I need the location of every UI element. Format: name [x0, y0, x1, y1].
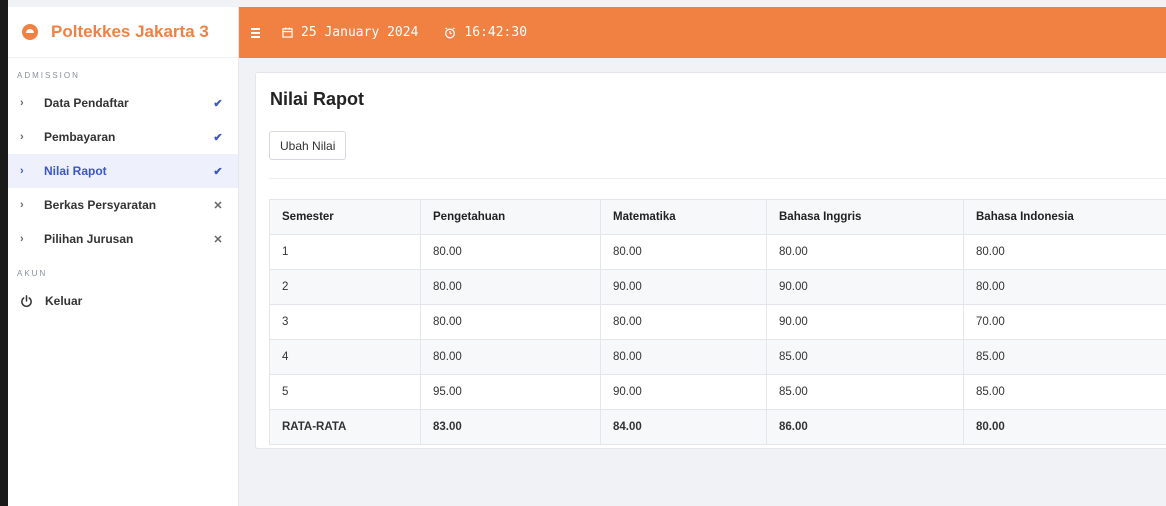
logout-label: Keluar: [45, 294, 83, 308]
sidebar-item-nilai-rapot[interactable]: › Nilai Rapot ✔: [8, 154, 238, 188]
table-cell: 80.00: [600, 234, 767, 270]
table-row: 2 80.00 90.00 90.00 80.00: [269, 269, 1166, 305]
table-cell: 85.00: [766, 339, 964, 375]
page-title: Nilai Rapot: [270, 89, 365, 109]
table-cell: 80.00: [766, 234, 964, 270]
sidebar-item-berkas-persyaratan[interactable]: › Berkas Persyaratan ✕: [8, 188, 238, 222]
sidebar-item-data-pendaftar[interactable]: › Data Pendaftar ✔: [8, 86, 238, 120]
check-icon: ✔: [213, 131, 223, 144]
chevron-right-icon: ›: [20, 199, 24, 211]
sidebar-item-label: Pembayaran: [44, 130, 116, 144]
chevron-right-icon: ›: [20, 131, 24, 143]
time-display: 16:42:30: [444, 25, 527, 40]
section-label-akun: AKUN: [17, 269, 48, 278]
column-header: Pengetahuan: [420, 199, 601, 235]
table-cell: 85.00: [766, 374, 964, 410]
column-header: Matematika: [600, 199, 767, 235]
average-row: RATA-RATA 83.00 84.00 86.00 80.00: [269, 409, 1166, 445]
close-icon: ✕: [213, 199, 223, 212]
divider: [269, 178, 1166, 179]
sidebar-item-pembayaran[interactable]: › Pembayaran ✔: [8, 120, 238, 154]
logout-button[interactable]: Keluar: [8, 284, 238, 318]
table-row: 5 95.00 90.00 85.00 85.00: [269, 374, 1166, 410]
table-cell: 90.00: [600, 269, 767, 305]
table-cell: 80.00: [600, 304, 767, 340]
table-cell: 90.00: [766, 269, 964, 305]
sidebar: Poltekkes Jakarta 3 ADMISSION › Data Pen…: [8, 7, 239, 506]
calendar-icon: [282, 27, 293, 38]
table-cell: 1: [269, 234, 421, 270]
column-header: Bahasa Indonesia: [963, 199, 1166, 235]
power-icon: [21, 294, 32, 307]
menu-toggle-icon[interactable]: [251, 27, 260, 38]
table-header-row: Semester Pengetahuan Matematika Bahasa I…: [269, 199, 1166, 235]
logo-icon: [22, 24, 38, 40]
table-cell: 86.00: [766, 409, 964, 445]
brand[interactable]: Poltekkes Jakarta 3: [8, 7, 238, 58]
sidebar-item-label: Pilihan Jurusan: [44, 232, 134, 246]
table-cell: 85.00: [963, 374, 1166, 410]
window-edge: [0, 0, 8, 506]
table-cell: 80.00: [963, 409, 1166, 445]
table-cell: 4: [269, 339, 421, 375]
sidebar-item-label: Data Pendaftar: [44, 96, 129, 110]
table-cell: 95.00: [420, 374, 601, 410]
check-icon: ✔: [213, 97, 223, 110]
table-cell: 83.00: [420, 409, 601, 445]
edit-grades-button[interactable]: Ubah Nilai: [269, 131, 347, 160]
table-cell: 80.00: [963, 234, 1166, 270]
table-cell: 80.00: [420, 304, 601, 340]
brand-name: Poltekkes Jakarta 3: [51, 22, 209, 41]
check-icon: ✔: [213, 165, 223, 178]
section-label-admission: ADMISSION: [17, 71, 80, 80]
table-cell: 90.00: [766, 304, 964, 340]
alarm-clock-icon: [444, 27, 456, 39]
date-display: 25 January 2024: [282, 25, 418, 40]
table-cell: 84.00: [600, 409, 767, 445]
table-cell: RATA-RATA: [269, 409, 421, 445]
content-card: Nilai Rapot Ubah Nilai Semester Pengetah…: [255, 72, 1166, 449]
table-cell: 80.00: [420, 234, 601, 270]
time-text: 16:42:30: [464, 25, 528, 40]
chevron-right-icon: ›: [20, 97, 24, 109]
top-bar: 25 January 2024 16:42:30: [239, 7, 1166, 58]
column-header: Bahasa Inggris: [766, 199, 964, 235]
sidebar-item-label: Nilai Rapot: [44, 164, 107, 178]
table-cell: 3: [269, 304, 421, 340]
table-cell: 90.00: [600, 374, 767, 410]
column-header: Semester: [269, 199, 421, 235]
date-text: 25 January 2024: [301, 25, 419, 40]
table-cell: 80.00: [420, 339, 601, 375]
table-cell: 70.00: [963, 304, 1166, 340]
table-row: 1 80.00 80.00 80.00 80.00: [269, 234, 1166, 270]
table-cell: 80.00: [600, 339, 767, 375]
table-cell: 80.00: [420, 269, 601, 305]
sidebar-item-pilihan-jurusan[interactable]: › Pilihan Jurusan ✕: [8, 222, 238, 256]
table-cell: 5: [269, 374, 421, 410]
grades-table: Semester Pengetahuan Matematika Bahasa I…: [269, 199, 1166, 445]
chevron-right-icon: ›: [20, 233, 24, 245]
table-row: 4 80.00 80.00 85.00 85.00: [269, 339, 1166, 375]
table-cell: 2: [269, 269, 421, 305]
sidebar-item-label: Berkas Persyaratan: [44, 198, 157, 212]
table-cell: 85.00: [963, 339, 1166, 375]
table-row: 3 80.00 80.00 90.00 70.00: [269, 304, 1166, 340]
chevron-right-icon: ›: [20, 165, 24, 177]
table-cell: 80.00: [963, 269, 1166, 305]
close-icon: ✕: [213, 233, 223, 246]
